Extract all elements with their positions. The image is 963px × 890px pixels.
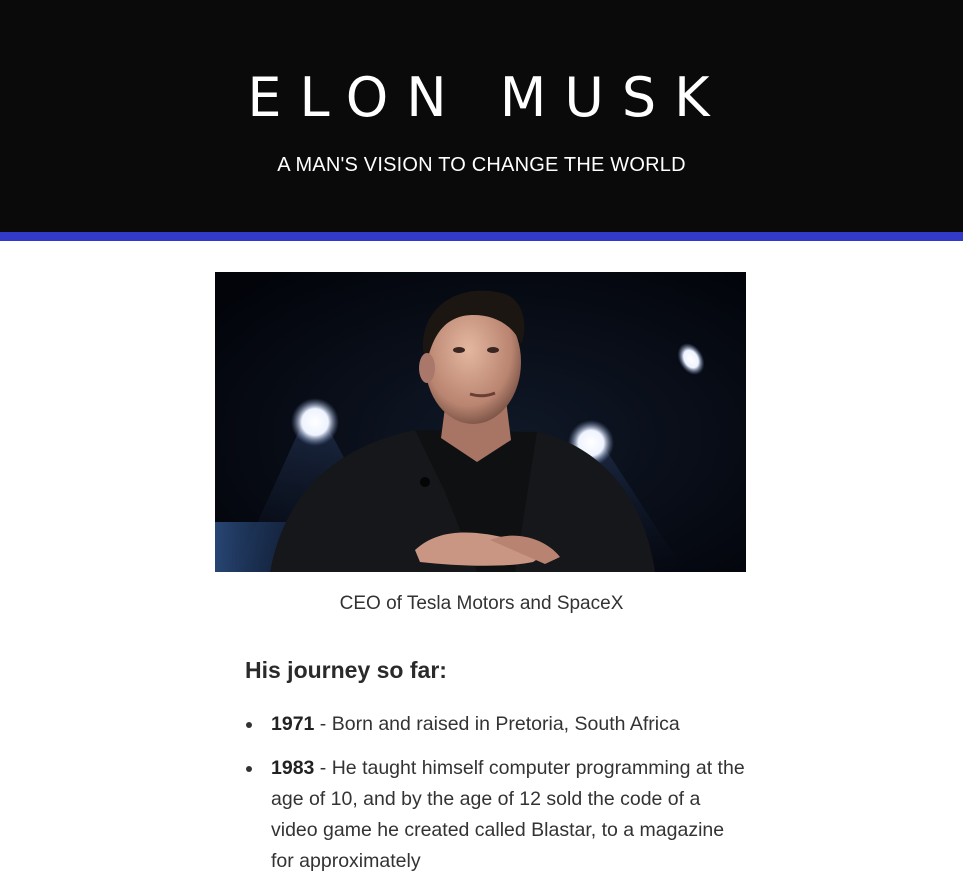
site-subtitle: A MAN'S VISION TO CHANGE THE WORLD <box>277 154 686 176</box>
journey-heading: His journey so far: <box>245 657 447 683</box>
bullet-icon <box>246 766 252 772</box>
timeline-text: - Born and raised in Pretoria, South Afr… <box>314 713 680 735</box>
timeline-item: 1983 - He taught himself computer progra… <box>245 753 745 877</box>
timeline-item: 1971 - Born and raised in Pretoria, Sout… <box>245 709 745 740</box>
bullet-icon <box>246 722 252 728</box>
timeline-year: 1983 <box>271 757 315 779</box>
journey-section: His journey so far: 1971 - Born and rais… <box>245 654 745 890</box>
timeline-text: - He taught himself computer programming… <box>271 757 745 872</box>
timeline-year: 1971 <box>271 713 315 735</box>
timeline-list: 1971 - Born and raised in Pretoria, Sout… <box>245 709 745 877</box>
page-header: ELON MUSK A MAN'S VISION TO CHANGE THE W… <box>0 0 963 241</box>
site-title: ELON MUSK <box>247 66 728 129</box>
portrait-photo <box>215 272 746 572</box>
hero-image <box>215 272 746 572</box>
hero-caption: CEO of Tesla Motors and SpaceX <box>339 593 624 614</box>
